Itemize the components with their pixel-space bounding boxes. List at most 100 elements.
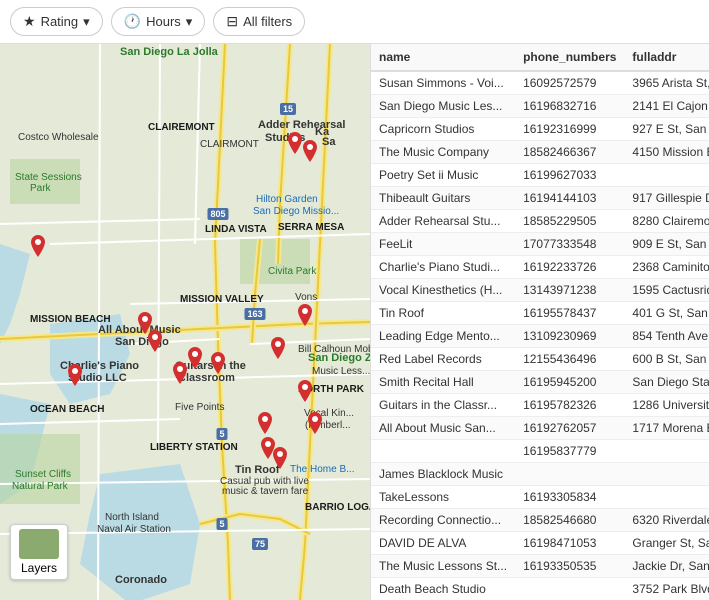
table-row[interactable]: The Music Company185824663674150 Mission… xyxy=(371,141,709,164)
cell-phone: 13143971238 xyxy=(515,279,624,302)
cell-phone: 16194144103 xyxy=(515,187,624,210)
highway-shield: 5 xyxy=(216,428,227,440)
map-pin[interactable] xyxy=(66,364,84,386)
map-svg xyxy=(0,44,370,600)
cell-phone: 16192233726 xyxy=(515,256,624,279)
cell-addr xyxy=(624,440,709,463)
cell-addr: Granger St, San Diego, CA... xyxy=(624,532,709,555)
cell-addr: 3752 Park Blvd, San Diego,... xyxy=(624,578,709,600)
cell-name: Recording Connectio... xyxy=(371,509,515,532)
table-row[interactable]: Charlie's Piano Studi...161922337262368 … xyxy=(371,256,709,279)
cell-addr: 3965 Arista St, San Diego,... xyxy=(624,71,709,95)
cell-addr: 6320 Riverdale St, San Die... xyxy=(624,509,709,532)
table-row[interactable]: Guitars in the Classr...161957823261286 … xyxy=(371,394,709,417)
table-row[interactable]: Death Beach Studio 3752 Park Blvd, San Di… xyxy=(371,578,709,600)
cell-phone: 13109230969 xyxy=(515,325,624,348)
cell-name: James Blacklock Music xyxy=(371,463,515,486)
table-row[interactable]: Recording Connectio...185825466806320 Ri… xyxy=(371,509,709,532)
table-row[interactable]: Poetry Set ii Music16199627033 xyxy=(371,164,709,187)
cell-name: Susan Simmons - Voi... xyxy=(371,71,515,95)
cell-phone: 16196832716 xyxy=(515,95,624,118)
cell-addr: 854 Tenth Ave, San Diego, ... xyxy=(624,325,709,348)
cell-name: Death Beach Studio xyxy=(371,578,515,600)
cell-addr: 1717 Morena Blvd, San Die... xyxy=(624,417,709,440)
cell-name: DAVID DE ALVA xyxy=(371,532,515,555)
clock-icon: 🕐 xyxy=(124,13,141,30)
cell-name: The Music Lessons St... xyxy=(371,555,515,578)
table-row[interactable]: Adder Rehearsal Stu...185852295058280 Cl… xyxy=(371,210,709,233)
cell-phone: 12155436496 xyxy=(515,348,624,371)
cell-addr: 927 E St, San Diego, CA 92... xyxy=(624,118,709,141)
filters-button[interactable]: ⊟ All filters xyxy=(213,7,305,36)
col-addr: fulladdr xyxy=(624,44,709,71)
table-row[interactable]: Thibeault Guitars16194144103917 Gillespi… xyxy=(371,187,709,210)
table-row[interactable]: Smith Recital Hall16195945200San Diego S… xyxy=(371,371,709,394)
map-pin[interactable] xyxy=(301,140,319,162)
cell-addr: Jackie Dr, San Diego, CA 9... xyxy=(624,555,709,578)
table-body: Susan Simmons - Voi...160925725793965 Ar… xyxy=(371,71,709,600)
table-row[interactable]: James Blacklock Music xyxy=(371,463,709,486)
map-canvas[interactable]: San Diego La JollaCLAIREMONTCostco Whole… xyxy=(0,44,370,600)
cell-addr: 909 E St, San Diego, CA 92... xyxy=(624,233,709,256)
chevron-down-icon: ▾ xyxy=(83,14,90,30)
table-row[interactable]: DAVID DE ALVA16198471053Granger St, San … xyxy=(371,532,709,555)
map-pin[interactable] xyxy=(209,352,227,374)
cell-name: Smith Recital Hall xyxy=(371,371,515,394)
cell-addr: 1286 University Ave #389,... xyxy=(624,394,709,417)
cell-name: Red Label Records xyxy=(371,348,515,371)
table-row[interactable]: Capricorn Studios16192316999927 E St, Sa… xyxy=(371,118,709,141)
cell-phone: 18582466367 xyxy=(515,141,624,164)
cell-name: FeeLit xyxy=(371,233,515,256)
cell-phone: 16195945200 xyxy=(515,371,624,394)
highway-shield: 15 xyxy=(280,103,296,115)
star-icon: ★ xyxy=(23,13,36,30)
cell-phone: 16199627033 xyxy=(515,164,624,187)
filters-label: All filters xyxy=(243,14,292,29)
map-pin[interactable] xyxy=(186,347,204,369)
highway-shield: 5 xyxy=(216,518,227,530)
map-pin[interactable] xyxy=(306,412,324,434)
map-pin[interactable] xyxy=(146,330,164,352)
toolbar: ★ Rating ▾ 🕐 Hours ▾ ⊟ All filters xyxy=(0,0,709,44)
rating-button[interactable]: ★ Rating ▾ xyxy=(10,7,103,36)
hours-button[interactable]: 🕐 Hours ▾ xyxy=(111,7,206,36)
cell-addr xyxy=(624,463,709,486)
map-pin[interactable] xyxy=(29,235,47,257)
table-area[interactable]: name phone_numbers fulladdr Susan Simmon… xyxy=(370,44,709,600)
cell-phone: 17077333548 xyxy=(515,233,624,256)
cell-phone: 16193350535 xyxy=(515,555,624,578)
cell-addr: 917 Gillespie Dr, Spring Vo... xyxy=(624,187,709,210)
map-pin[interactable] xyxy=(296,304,314,326)
table-row[interactable]: TakeLessons16193305834 xyxy=(371,486,709,509)
table-row[interactable]: All About Music San...161927620571717 Mo… xyxy=(371,417,709,440)
table-row[interactable]: Leading Edge Mento...13109230969854 Tent… xyxy=(371,325,709,348)
table-row[interactable]: Vocal Kinesthetics (H...131439712381595 … xyxy=(371,279,709,302)
cell-name: Tin Roof xyxy=(371,302,515,325)
hours-label: Hours xyxy=(146,14,181,29)
cell-phone: 16092572579 xyxy=(515,71,624,95)
map-pin[interactable] xyxy=(271,447,289,469)
table-row[interactable]: Tin Roof16195578437401 G St, San Diego, … xyxy=(371,302,709,325)
cell-phone: 16192762057 xyxy=(515,417,624,440)
map-area[interactable]: San Diego La JollaCLAIREMONTCostco Whole… xyxy=(0,44,370,600)
cell-name: Poetry Set ii Music xyxy=(371,164,515,187)
main-content: San Diego La JollaCLAIREMONTCostco Whole… xyxy=(0,44,709,600)
cell-name xyxy=(371,440,515,463)
rating-label: Rating xyxy=(41,14,79,29)
table-row[interactable]: FeeLit17077333548909 E St, San Diego, CA… xyxy=(371,233,709,256)
map-pin[interactable] xyxy=(256,412,274,434)
filter-icon: ⊟ xyxy=(226,13,238,30)
cell-addr: 4150 Mission Blvd suite 21b... xyxy=(624,141,709,164)
table-row[interactable]: San Diego Music Les...161968327162141 El… xyxy=(371,95,709,118)
layers-button[interactable]: Layers xyxy=(10,524,68,580)
map-pin[interactable] xyxy=(296,380,314,402)
table-row[interactable]: 16195837779 xyxy=(371,440,709,463)
map-pin[interactable] xyxy=(269,337,287,359)
table-row[interactable]: Red Label Records12155436496600 B St, Sa… xyxy=(371,348,709,371)
table-row[interactable]: The Music Lessons St...16193350535Jackie… xyxy=(371,555,709,578)
col-phone: phone_numbers xyxy=(515,44,624,71)
table-row[interactable]: Susan Simmons - Voi...160925725793965 Ar… xyxy=(371,71,709,95)
highway-shield: 75 xyxy=(252,538,268,550)
cell-name: The Music Company xyxy=(371,141,515,164)
cell-phone: 16195837779 xyxy=(515,440,624,463)
